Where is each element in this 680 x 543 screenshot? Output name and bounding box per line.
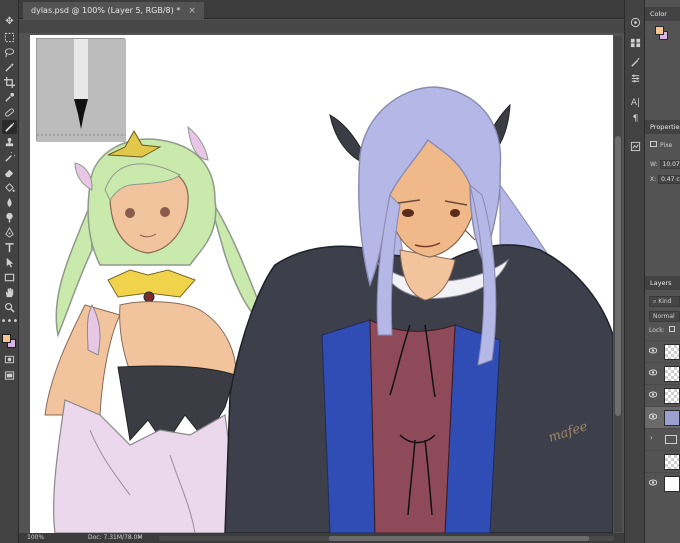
close-tab-icon[interactable]: × [188, 6, 196, 16]
layer-group-row[interactable]: › [645, 428, 680, 450]
color-panel-icon[interactable] [629, 16, 642, 29]
brushes-icon[interactable] [629, 56, 642, 69]
properties-kind-label: Pixe [660, 142, 673, 149]
paragraph-icon[interactable]: ¶ [629, 112, 642, 125]
pen-icon[interactable] [2, 225, 17, 239]
screen-mode-icon[interactable] [2, 368, 17, 382]
blend-mode-select[interactable]: Normal [649, 311, 680, 322]
top-ruler [19, 20, 624, 33]
zoom-level[interactable]: 100% [27, 534, 44, 541]
hand-icon[interactable] [2, 285, 17, 299]
x-row: X: 0.47 c [650, 175, 680, 184]
panel-icon-strip: A| ¶ [624, 0, 645, 543]
visibility-eye-icon[interactable] [649, 479, 657, 486]
paint-bucket-icon[interactable] [2, 180, 17, 194]
width-label: W: [650, 161, 658, 168]
layer-thumbnail [664, 388, 680, 404]
swatches-icon[interactable] [629, 36, 642, 49]
blur-icon[interactable] [2, 195, 17, 209]
document-tab-title: dylas.psd @ 100% (Layer 5, RGB/8) * [31, 6, 181, 15]
brush-tip-icon [37, 39, 126, 142]
eraser-icon[interactable] [2, 165, 17, 179]
shape-icon[interactable] [2, 270, 17, 284]
tools-panel: ✥ ••• [0, 0, 19, 543]
path-select-icon[interactable] [2, 255, 17, 269]
folder-icon [665, 435, 677, 444]
layer-thumbnail [664, 410, 680, 426]
zoom-icon[interactable] [2, 300, 17, 314]
lock-label: Lock: [649, 327, 665, 334]
group-expand-icon[interactable]: › [650, 434, 653, 442]
canvas-workspace[interactable]: mafee [19, 20, 624, 533]
layer-row-selected[interactable] [645, 406, 680, 428]
character-icon[interactable]: A| [629, 96, 642, 109]
healing-icon[interactable] [2, 105, 17, 119]
crop-icon[interactable] [2, 75, 17, 89]
layer-row[interactable] [645, 450, 680, 472]
panel-foreground-color[interactable] [655, 26, 664, 35]
layer-thumbnail [664, 476, 680, 492]
layer-thumbnail [664, 366, 680, 382]
history-brush-icon[interactable] [2, 150, 17, 164]
visibility-eye-icon[interactable] [649, 347, 657, 354]
layers-panel-tab[interactable]: Layers [645, 276, 680, 290]
x-label: X: [650, 176, 657, 183]
horizontal-scrollbar[interactable] [159, 536, 614, 541]
width-row: W: 10.07 [650, 160, 680, 169]
foreground-color-swatch[interactable] [2, 334, 11, 343]
properties-layer-kind: Pixe [650, 141, 672, 149]
visibility-eye-icon[interactable] [649, 391, 657, 398]
layer-row[interactable] [645, 340, 680, 362]
layer-thumbnail [664, 344, 680, 360]
vertical-scrollbar[interactable] [614, 36, 622, 532]
properties-icon[interactable] [629, 140, 642, 153]
brush-icon[interactable] [2, 120, 17, 134]
status-menu-arrow-icon[interactable]: › [138, 533, 141, 541]
x-field[interactable]: 0.47 c [658, 175, 680, 184]
width-field[interactable]: 10.07 [659, 160, 680, 169]
eyedropper-icon[interactable] [2, 90, 17, 104]
properties-panel-tab[interactable]: Properties [645, 120, 680, 134]
document-size: Doc: 7.31M/78.0M [88, 534, 143, 541]
type-icon[interactable] [2, 240, 17, 254]
right-panels: Color Properties Pixe W: 10.07 X: 0.47 c… [645, 0, 680, 543]
kind-filter-label: Kind [658, 298, 672, 305]
layer-thumbnail [664, 454, 680, 470]
document-tab-bar: dylas.psd @ 100% (Layer 5, RGB/8) * × [19, 0, 624, 19]
layer-row[interactable] [645, 384, 680, 406]
visibility-eye-icon[interactable] [649, 369, 657, 376]
status-bar: 100% Doc: 7.31M/78.0M › [19, 533, 624, 543]
lasso-icon[interactable] [2, 45, 17, 59]
document-tab[interactable]: dylas.psd @ 100% (Layer 5, RGB/8) * × [23, 2, 204, 19]
layer-kind-filter[interactable]: ⌕ Kind [649, 296, 680, 307]
vertical-scroll-thumb[interactable] [615, 136, 621, 416]
dodge-icon[interactable] [2, 210, 17, 224]
pixel-layer-icon [650, 141, 657, 147]
adjust-icon[interactable] [629, 72, 642, 85]
lock-transparency-icon[interactable] [668, 326, 675, 332]
brush-preview-overlay [36, 38, 126, 142]
more-tools-icon[interactable]: ••• [1, 315, 19, 329]
color-panel-tab[interactable]: Color [645, 7, 680, 21]
stamp-icon[interactable] [2, 135, 17, 149]
visibility-eye-icon[interactable] [649, 413, 657, 420]
magic-wand-icon[interactable] [2, 60, 17, 74]
layer-row[interactable] [645, 472, 680, 494]
layer-row[interactable] [645, 362, 680, 384]
marquee-icon[interactable] [2, 30, 17, 44]
horizontal-scroll-thumb[interactable] [329, 536, 589, 541]
lock-row: Lock: [649, 326, 675, 334]
quick-mask-icon[interactable] [2, 352, 17, 366]
search-icon: ⌕ [653, 298, 657, 305]
move-icon[interactable]: ✥ [2, 15, 17, 29]
